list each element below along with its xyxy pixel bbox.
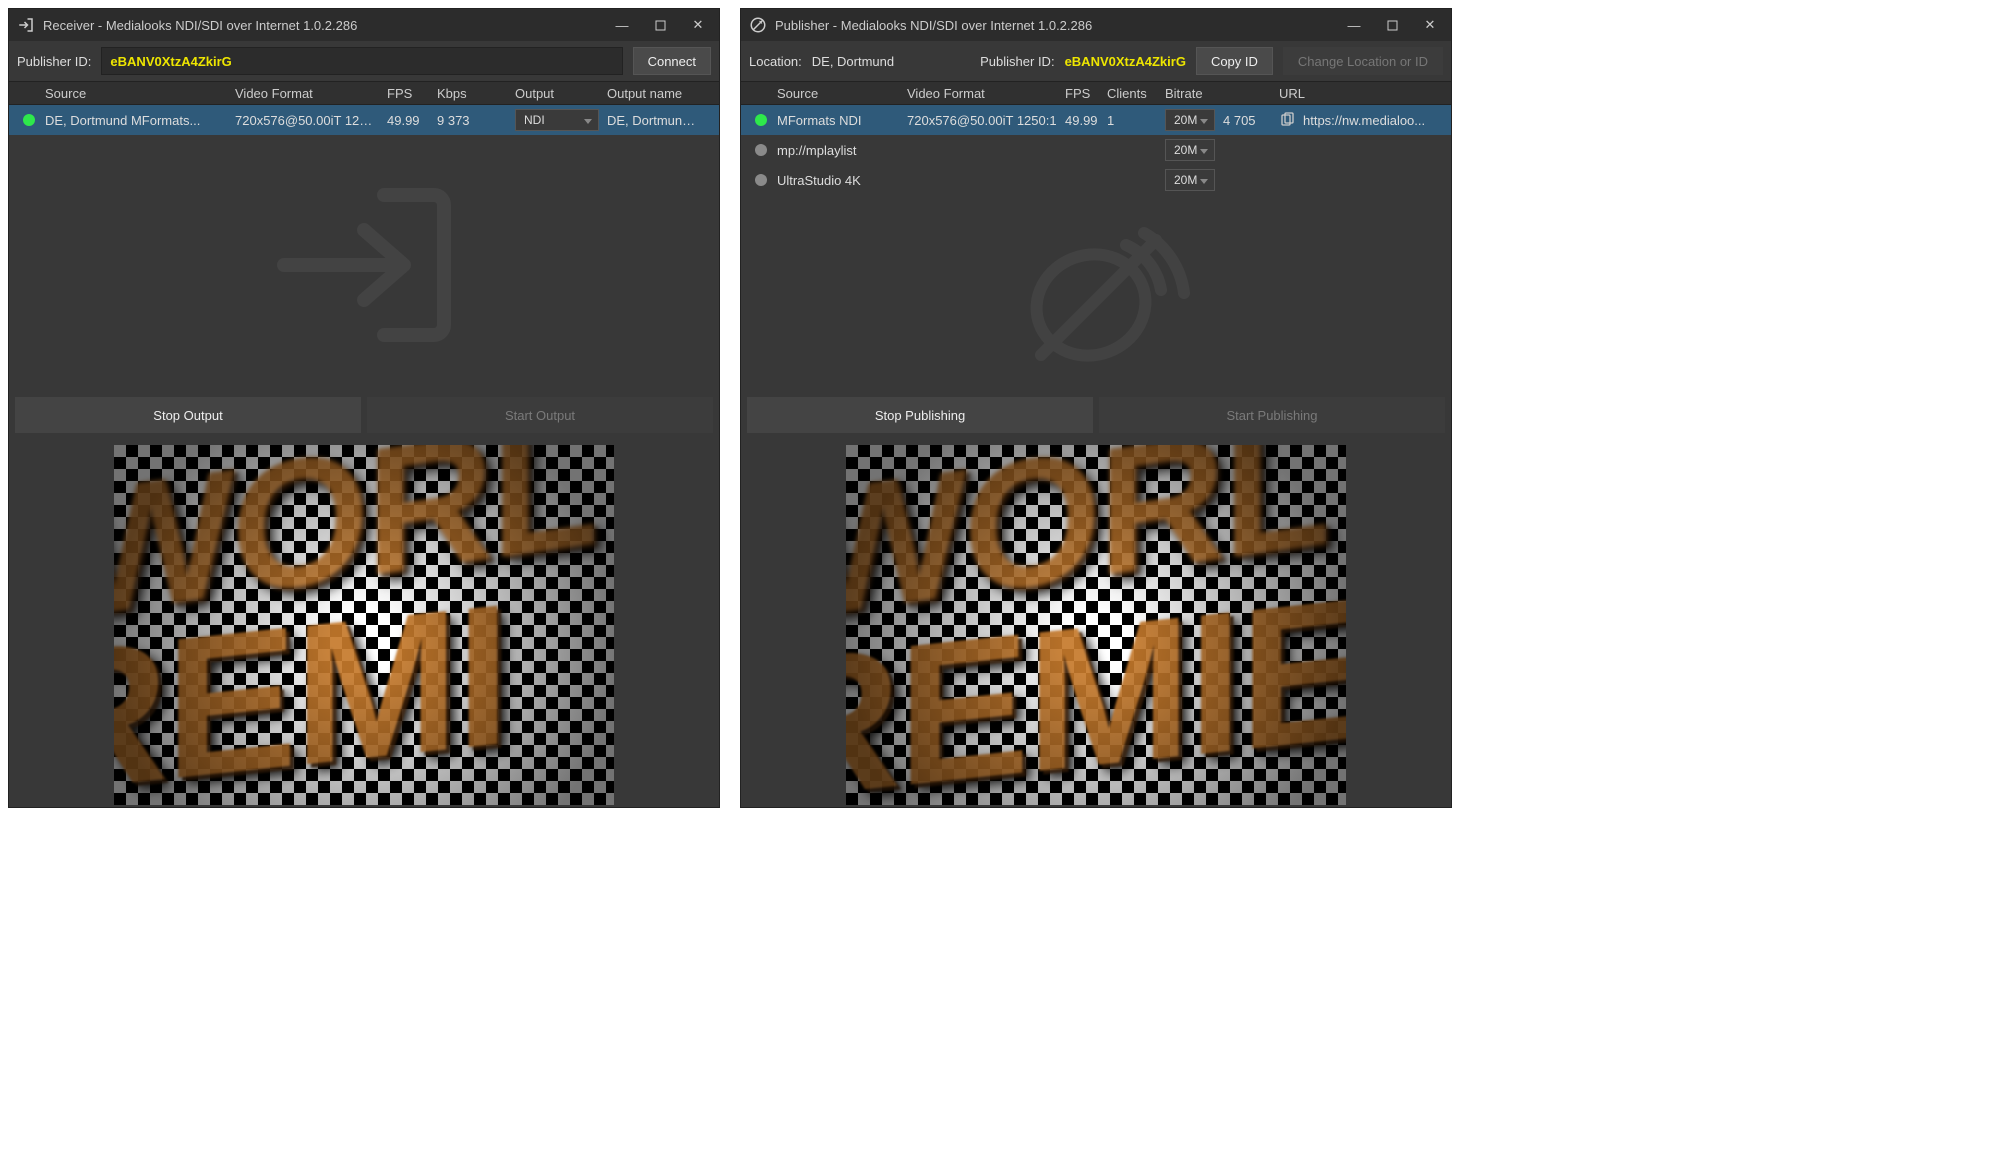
- stop-output-button[interactable]: Stop Output: [15, 397, 361, 433]
- start-publishing-button[interactable]: Start Publishing: [1099, 397, 1445, 433]
- titlebar[interactable]: Receiver - Medialooks NDI/SDI over Inter…: [9, 9, 719, 41]
- change-location-button[interactable]: Change Location or ID: [1283, 47, 1443, 75]
- table-row[interactable]: DE, Dortmund MFormats... 720x576@50.00iT…: [9, 105, 719, 135]
- col-source[interactable]: Source: [41, 86, 231, 101]
- publisher-id-label: Publisher ID:: [17, 54, 91, 69]
- window-title: Receiver - Medialooks NDI/SDI over Inter…: [43, 18, 599, 33]
- col-format[interactable]: Video Format: [903, 86, 1061, 101]
- publisher-preview: WORL REMIE: [741, 437, 1451, 807]
- titlebar[interactable]: Publisher - Medialooks NDI/SDI over Inte…: [741, 9, 1451, 41]
- publisher-actions: Stop Publishing Start Publishing: [741, 395, 1451, 437]
- col-url[interactable]: URL: [1275, 86, 1427, 101]
- receiver-app-icon: [17, 16, 35, 34]
- table-row[interactable]: MFormats NDI 720x576@50.00iT 1250:1 49.9…: [741, 105, 1451, 135]
- location-label: Location:: [749, 54, 802, 69]
- col-output-name[interactable]: Output name: [603, 86, 703, 101]
- publisher-rows: MFormats NDI 720x576@50.00iT 1250:1 49.9…: [741, 105, 1451, 395]
- minimize-button[interactable]: ―: [1339, 13, 1369, 37]
- stop-publishing-button[interactable]: Stop Publishing: [747, 397, 1093, 433]
- publisher-table-header: Source Video Format FPS Clients Bitrate …: [741, 81, 1451, 105]
- window-title: Publisher - Medialooks NDI/SDI over Inte…: [775, 18, 1331, 33]
- maximize-button[interactable]: [1377, 13, 1407, 37]
- cell-clients: 1: [1103, 113, 1161, 128]
- receiver-toolbar: Publisher ID: eBANV0XtzA4ZkirG Connect: [9, 41, 719, 81]
- col-source[interactable]: Source: [773, 86, 903, 101]
- receiver-table-header: Source Video Format FPS Kbps Output Outp…: [9, 81, 719, 105]
- col-output[interactable]: Output: [511, 86, 603, 101]
- cell-bitrate-value: 4 705: [1219, 113, 1275, 128]
- receiver-window: Receiver - Medialooks NDI/SDI over Inter…: [8, 8, 720, 808]
- col-fps[interactable]: FPS: [1061, 86, 1103, 101]
- cell-source: mp://mplaylist: [773, 143, 903, 158]
- status-indicator-icon: [755, 144, 767, 156]
- cell-bitrate-select: 20M: [1161, 109, 1219, 131]
- copy-id-button[interactable]: Copy ID: [1196, 47, 1273, 75]
- col-format[interactable]: Video Format: [231, 86, 383, 101]
- publisher-bg-icon: [996, 205, 1196, 385]
- col-bitrate[interactable]: Bitrate: [1161, 86, 1219, 101]
- location-value: DE, Dortmund: [812, 54, 894, 69]
- publisher-id-field[interactable]: eBANV0XtzA4ZkirG: [101, 47, 622, 75]
- status-indicator-icon: [23, 114, 35, 126]
- cell-format: 720x576@50.00iT 1250:1: [903, 113, 1061, 128]
- cell-fps: 49.99: [1061, 113, 1103, 128]
- cell-url: https://nw.medialoo...: [1275, 112, 1427, 128]
- cell-source: UltraStudio 4K: [773, 173, 903, 188]
- publisher-toolbar: Location: DE, Dortmund Publisher ID: eBA…: [741, 41, 1451, 81]
- cell-format: 720x576@50.00iT 1250:1: [231, 113, 383, 128]
- minimize-button[interactable]: ―: [607, 13, 637, 37]
- publisher-id-value: eBANV0XtzA4ZkirG: [110, 54, 231, 69]
- maximize-button[interactable]: [645, 13, 675, 37]
- close-button[interactable]: ✕: [683, 13, 713, 37]
- status-indicator-icon: [755, 174, 767, 186]
- cell-kbps: 9 373: [433, 113, 511, 128]
- table-row[interactable]: mp://mplaylist 20M: [741, 135, 1451, 165]
- publisher-window: Publisher - Medialooks NDI/SDI over Inte…: [740, 8, 1452, 808]
- output-select[interactable]: NDI: [515, 109, 599, 131]
- connect-button[interactable]: Connect: [633, 47, 711, 75]
- receiver-actions: Stop Output Start Output: [9, 395, 719, 437]
- preview-image: WORL REMIE: [846, 445, 1346, 805]
- cell-source: MFormats NDI: [773, 113, 903, 128]
- col-clients[interactable]: Clients: [1103, 86, 1161, 101]
- table-row[interactable]: UltraStudio 4K 20M: [741, 165, 1451, 195]
- bitrate-select[interactable]: 20M: [1165, 139, 1215, 161]
- publisher-app-icon: [749, 16, 767, 34]
- receiver-preview: WORL REMI: [9, 437, 719, 807]
- cell-source: DE, Dortmund MFormats...: [41, 113, 231, 128]
- close-button[interactable]: ✕: [1415, 13, 1445, 37]
- receiver-rows: DE, Dortmund MFormats... 720x576@50.00iT…: [9, 105, 719, 395]
- cell-fps: 49.99: [383, 113, 433, 128]
- start-output-button[interactable]: Start Output: [367, 397, 713, 433]
- cell-output: NDI: [511, 109, 603, 131]
- col-fps[interactable]: FPS: [383, 86, 433, 101]
- copy-url-icon[interactable]: [1279, 112, 1295, 128]
- publisher-id-value: eBANV0XtzA4ZkirG: [1065, 54, 1186, 69]
- preview-image: WORL REMI: [114, 445, 614, 805]
- cell-output-name: DE, Dortmund MF: [603, 113, 703, 128]
- bitrate-select[interactable]: 20M: [1165, 109, 1215, 131]
- publisher-id-label: Publisher ID:: [980, 54, 1054, 69]
- col-kbps[interactable]: Kbps: [433, 86, 511, 101]
- status-indicator-icon: [755, 114, 767, 126]
- bitrate-select[interactable]: 20M: [1165, 169, 1215, 191]
- receiver-bg-icon: [264, 175, 464, 355]
